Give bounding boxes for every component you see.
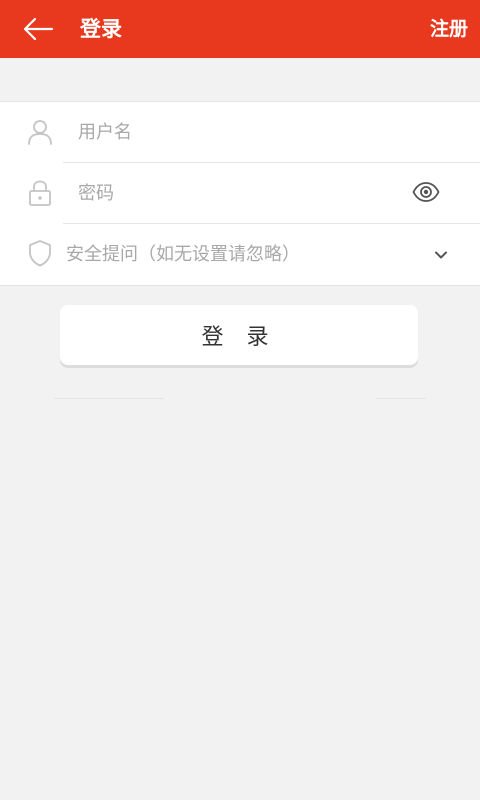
security-question-label: 安全提问（如无设置请忽略） bbox=[66, 244, 300, 265]
register-button[interactable]: 注册 bbox=[430, 0, 468, 58]
password-row bbox=[0, 163, 480, 223]
username-row bbox=[0, 102, 480, 162]
app-header: 登录 注册 bbox=[0, 0, 480, 58]
eye-icon[interactable] bbox=[412, 181, 440, 203]
login-form: 安全提问（如无设置请忽略） bbox=[0, 101, 480, 286]
lock-icon bbox=[29, 180, 51, 206]
user-icon bbox=[28, 120, 52, 145]
divider-right bbox=[376, 398, 426, 399]
shield-icon bbox=[29, 240, 51, 267]
password-input[interactable] bbox=[78, 177, 398, 209]
username-input[interactable] bbox=[78, 116, 398, 148]
chevron-down-icon bbox=[435, 251, 447, 259]
login-button[interactable]: 登 录 bbox=[60, 305, 418, 365]
security-question-select[interactable]: 安全提问（如无设置请忽略） bbox=[0, 224, 480, 285]
divider-left bbox=[54, 398, 164, 399]
arrow-left-icon bbox=[23, 17, 54, 41]
back-button[interactable] bbox=[18, 9, 58, 49]
page-title: 登录 bbox=[80, 17, 122, 41]
